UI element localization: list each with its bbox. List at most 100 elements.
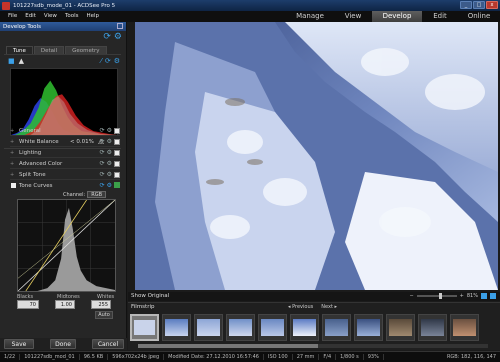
refresh-icon[interactable]: ⟳ — [105, 57, 111, 65]
reset-icon[interactable]: ⟳ — [100, 149, 105, 156]
reset-icon[interactable]: ⟳ — [100, 182, 105, 189]
filmstrip-scrollbar[interactable] — [138, 344, 488, 348]
scroll-thumb[interactable] — [138, 344, 318, 348]
triangle-icon[interactable]: ▲ — [19, 57, 24, 65]
tone-curves-checkbox[interactable] — [11, 183, 16, 188]
minimize-button[interactable]: _ — [460, 1, 472, 9]
pipette-icon[interactable]: ⁄ — [101, 57, 102, 65]
pin-icon[interactable] — [117, 23, 123, 29]
menu-file[interactable]: File — [8, 13, 17, 19]
gear-icon[interactable]: ⚙ — [114, 32, 122, 42]
histogram-toolbar: ■ ▲ ⁄ ⟳ ⚙ — [8, 57, 120, 66]
thumbnail[interactable] — [354, 314, 383, 341]
channel-select[interactable]: RGB — [87, 191, 106, 198]
mode-develop[interactable]: Develop — [372, 11, 422, 22]
gear-icon[interactable]: ⚙ — [107, 127, 112, 134]
tone-curve-graph[interactable] — [17, 199, 116, 292]
menu-help[interactable]: Help — [87, 13, 100, 19]
enable-checkbox[interactable] — [114, 171, 120, 178]
enable-checkbox[interactable] — [114, 182, 120, 188]
develop-actions: Save Done Cancel — [0, 338, 127, 350]
thumbnail[interactable] — [258, 314, 287, 341]
menu-view[interactable]: View — [44, 13, 57, 19]
reset-icon[interactable]: ⟳ — [100, 171, 105, 178]
chevron-right-icon: + — [10, 150, 15, 156]
section-label: General — [19, 128, 41, 134]
midtones-input[interactable]: 1.00 — [55, 300, 75, 309]
tab-geometry[interactable]: Geometry — [65, 46, 107, 54]
thumbnail[interactable] — [386, 314, 415, 341]
chevron-right-icon: + — [10, 128, 15, 134]
done-button[interactable]: Done — [50, 339, 76, 349]
cancel-button[interactable]: Cancel — [92, 339, 124, 349]
save-button[interactable]: Save — [4, 339, 34, 349]
maximize-button[interactable]: □ — [473, 1, 485, 9]
enable-checkbox[interactable] — [114, 127, 120, 134]
gear-icon[interactable]: ⚙ — [107, 182, 112, 189]
section-lighting[interactable]: + Lighting ⟳ ⚙ — [10, 148, 120, 158]
reset-icon[interactable]: ⟳ — [100, 138, 105, 145]
reset-icon[interactable]: ⟳ — [100, 127, 105, 134]
thumbnail[interactable] — [226, 314, 255, 341]
shadow-clip-icon[interactable]: ■ — [8, 57, 15, 65]
mode-online[interactable]: Online — [458, 11, 500, 22]
menu-edit[interactable]: Edit — [25, 13, 36, 19]
image-dimensions: 596x702x24b jpeg — [108, 354, 165, 360]
thumbnail[interactable] — [322, 314, 351, 341]
enable-checkbox[interactable] — [114, 138, 120, 145]
tab-tune[interactable]: Tune — [6, 46, 33, 54]
gear-icon[interactable]: ⚙ — [114, 57, 120, 65]
section-tone-curves[interactable]: Tone Curves ⟳ ⚙ — [10, 181, 120, 191]
zoom-knob[interactable] — [438, 293, 442, 299]
status-bar: 1/22 101227sdb_mod_01 96.5 KB 596x702x24… — [0, 351, 500, 362]
fit-icon[interactable] — [481, 293, 487, 299]
section-general[interactable]: + General ⟳ ⚙ — [10, 126, 120, 136]
section-split-tone[interactable]: + Split Tone ⟳ ⚙ — [10, 170, 120, 180]
menu-tools[interactable]: Tools — [65, 13, 79, 19]
window-title: 101227sdb_mode_01 - ACDSee Pro 5 — [13, 2, 116, 9]
gear-icon[interactable]: ⚙ — [107, 138, 112, 145]
panel-title: Develop Tools — [3, 23, 41, 30]
divider — [4, 54, 121, 55]
thumbnail[interactable] — [418, 314, 447, 341]
refresh-icon[interactable]: ⟳ — [103, 32, 111, 42]
chevron-right-icon: + — [10, 172, 15, 178]
thumbnail[interactable] — [290, 314, 319, 341]
mode-view[interactable]: View — [334, 11, 372, 22]
gear-icon[interactable]: ⚙ — [107, 171, 112, 178]
section-advanced-color[interactable]: + Advanced Color ⟳ ⚙ — [10, 159, 120, 169]
next-button[interactable]: Next ▸ — [321, 304, 337, 310]
filmstrip: Filmstrip ◂ Previous Next ▸ — [128, 302, 500, 350]
zoom-out-icon[interactable]: − — [409, 293, 413, 299]
shutter-speed: 1/800 s — [336, 354, 364, 360]
thumbnail[interactable] — [162, 314, 191, 341]
thumbnail[interactable] — [450, 314, 479, 341]
main-photo[interactable] — [135, 22, 498, 290]
thumbnail[interactable] — [130, 314, 159, 341]
enable-checkbox[interactable] — [114, 149, 120, 156]
title-bar: 101227sdb_mode_01 - ACDSee Pro 5 _ □ x — [0, 0, 500, 11]
gear-icon[interactable]: ⚙ — [107, 149, 112, 156]
iso: ISO 100 — [264, 354, 293, 360]
enable-checkbox[interactable] — [114, 160, 120, 167]
reset-icon[interactable]: ⟳ — [100, 160, 105, 167]
show-original-button[interactable]: Show Original — [131, 293, 169, 299]
channel-label: Channel: — [63, 191, 86, 198]
auto-button[interactable]: Auto — [95, 311, 113, 319]
tab-detail[interactable]: Detail — [33, 46, 65, 54]
gear-icon[interactable]: ⚙ — [107, 160, 112, 167]
mode-edit[interactable]: Edit — [422, 11, 458, 22]
previous-button[interactable]: ◂ Previous — [288, 304, 313, 310]
section-white-balance[interactable]: + White Balance ⟳ ⚙ — [10, 137, 120, 147]
thumbnail[interactable] — [194, 314, 223, 341]
mode-manage[interactable]: Manage — [286, 11, 334, 22]
filmstrip-nav: ◂ Previous Next ▸ — [288, 304, 337, 310]
whites-input[interactable]: 255 — [91, 300, 111, 309]
mode-switcher: Manage View Develop Edit Online — [286, 11, 500, 22]
zoom-in-icon[interactable]: + — [460, 293, 464, 299]
zoom-slider[interactable] — [416, 293, 457, 299]
actual-size-icon[interactable] — [490, 293, 496, 299]
blacks-input[interactable]: 70 — [17, 300, 39, 309]
chevron-right-icon: + — [10, 139, 15, 145]
close-button[interactable]: x — [486, 1, 498, 9]
